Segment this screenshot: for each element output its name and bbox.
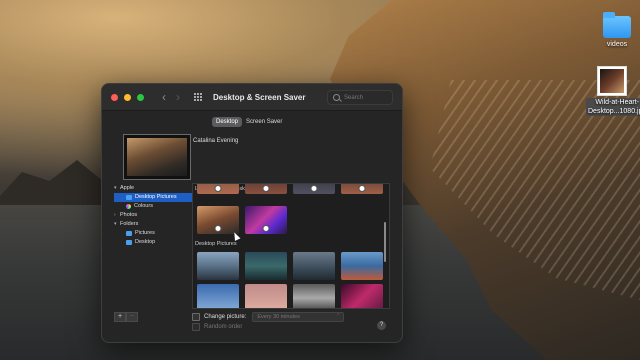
light-dark-icon [214,225,222,232]
thumbnail[interactable] [245,206,287,234]
change-picture-checkbox[interactable] [192,313,200,321]
sidebar-item-desktop-pictures[interactable]: Desktop Pictures [114,193,192,202]
folder-icon [126,195,132,200]
thumbnail[interactable] [245,252,287,280]
colour-wheel-icon [126,204,131,209]
picture-grid: Light and Dark Desktop Desktop Pictures [192,183,390,309]
window-title: Desktop & Screen Saver [213,92,306,102]
light-dark-icon [214,185,222,192]
random-order-label: Random order [204,324,243,330]
search-icon [333,94,340,101]
sidebar-item-desktop[interactable]: Desktop [114,238,192,247]
change-picture-label: Change picture: [204,314,247,320]
sidebar-group-apple[interactable]: ▾ Apple [114,184,192,193]
help-button[interactable]: ? [377,321,386,330]
desktop-file-label: Wild-at-Heart- Desktop...1080.jpg [586,98,640,116]
image-file-icon [597,66,627,96]
sidebar-group-folders[interactable]: ▾ Folders [114,220,192,229]
forward-chevron-icon[interactable]: › [172,90,184,104]
thumbnail[interactable] [341,284,383,308]
light-dark-icon [358,185,366,192]
change-picture-option: Change picture: Every 30 minutes [192,312,345,322]
thumbnail[interactable] [293,284,335,308]
search-placeholder: Search [344,94,364,101]
thumbnail[interactable] [293,252,335,280]
thumbnail[interactable] [197,206,239,234]
desktop-icon-label: videos [606,41,628,48]
show-all-grid-icon[interactable] [194,92,203,102]
sidebar-group-photos[interactable]: › Photos [114,211,192,220]
sidebar-item-colours[interactable]: Colours [114,202,192,211]
vertical-scrollbar[interactable] [384,222,386,262]
remove-folder-button[interactable]: − [126,312,138,322]
folder-icon [126,240,132,245]
wallpaper-preview [123,134,191,180]
search-field[interactable]: Search [327,90,393,105]
back-chevron-icon[interactable]: ‹ [158,90,170,104]
wallpaper-name: Catalina Evening [193,138,239,144]
tab-desktop[interactable]: Desktop [212,117,243,127]
random-order-checkbox[interactable] [192,323,200,331]
section-label-desktop-pictures: Desktop Pictures [195,241,237,247]
folder-icon [126,231,132,236]
thumbnail[interactable] [293,184,335,194]
thumbnail[interactable] [245,284,287,308]
add-remove-control: + − [114,312,138,322]
source-sidebar: ▾ Apple Desktop Pictures Colours › Photo… [114,184,192,304]
random-order-option: Random order [192,323,242,331]
light-dark-icon [262,185,270,192]
preferences-window: ‹ › Desktop & Screen Saver Search Deskto… [101,83,403,343]
light-dark-icon [310,185,318,192]
desktop-file-wallpaper[interactable]: Wild-at-Heart- Desktop...1080.jpg [586,66,640,116]
light-dark-icon [262,225,270,232]
tab-screen-saver[interactable]: Screen Saver [242,117,286,127]
thumbnail[interactable] [341,184,383,194]
thumbnail[interactable] [197,252,239,280]
zoom-button[interactable] [137,93,144,101]
tab-bar: Desktop Screen Saver [212,117,286,127]
desktop-folder-videos[interactable]: videos [600,12,634,48]
thumbnail[interactable] [197,184,239,194]
add-folder-button[interactable]: + [114,312,126,322]
close-button[interactable] [111,93,118,101]
interval-dropdown[interactable]: Every 30 minutes [252,312,345,322]
minimize-button[interactable] [124,93,131,101]
title-bar: ‹ › Desktop & Screen Saver Search [102,84,402,111]
thumbnail[interactable] [341,252,383,280]
thumbnail[interactable] [197,284,239,308]
folder-icon [603,12,631,38]
thumbnail[interactable] [245,184,287,194]
sidebar-item-pictures[interactable]: Pictures [114,229,192,238]
